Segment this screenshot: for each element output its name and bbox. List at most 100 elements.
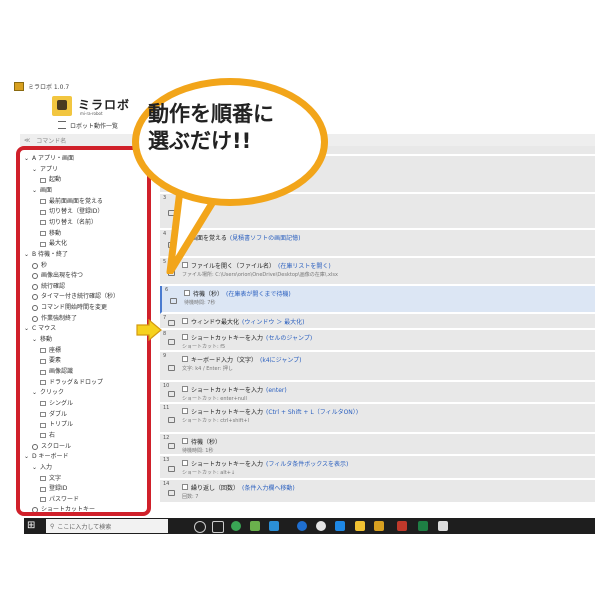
step-note: (enter) <box>266 387 287 394</box>
tree-item[interactable]: ⌄ C マウス <box>24 325 56 333</box>
step-row[interactable]: 6 待機（秒） (在庫表が開くまで待機) 待機時間: 7秒 <box>160 286 595 314</box>
step-row[interactable]: 13 ショートカットキーを入力 (フィルタ条件ボックスを表示) ショートカット: al… <box>160 456 595 480</box>
command-icon <box>40 348 46 354</box>
tree-item[interactable]: 最前面画面を覚える <box>40 198 103 206</box>
tree-item-label: C マウス <box>32 325 57 333</box>
step-type-icon <box>168 320 175 326</box>
step-command: キーボード入力（文字） <box>191 357 258 364</box>
step-row[interactable]: 12 待機（秒） 待機時間: 1秒 <box>160 434 595 456</box>
step-detail: ショートカット: f5 <box>182 344 226 350</box>
tree-item[interactable]: 作業強制終了 <box>32 315 77 323</box>
expand-chevron-icon: ⌄ <box>24 453 30 461</box>
tree-item[interactable]: パスワード <box>40 496 79 504</box>
tree-toolbar: ≪ コマンド名 <box>20 134 150 146</box>
step-row[interactable]: 11 ショートカットキーを入力 (Ctrl + Shift + L（フィルタON）)… <box>160 404 595 434</box>
tree-item[interactable]: 切り替え（名前） <box>40 219 97 227</box>
step-checkbox[interactable] <box>182 334 188 340</box>
tree-item[interactable]: 起動 <box>40 176 61 184</box>
step-number: 14 <box>163 481 170 487</box>
step-title: 繰り返し（回数） (条件入力欄へ移動) <box>191 483 295 492</box>
tree-item[interactable]: 登録ID <box>40 485 67 493</box>
step-command: 待機（秒） <box>191 439 222 446</box>
step-row[interactable]: 9 キーボード入力（文字） (k4にジャンプ) 文字: k4 / Enter: 押し <box>160 352 595 382</box>
tree-item[interactable]: シングル <box>40 400 73 408</box>
step-row[interactable]: 10 ショートカットキーを入力 (enter) ショートカット: enter+null <box>160 382 595 404</box>
file-explorer-icon[interactable] <box>355 521 365 531</box>
step-row[interactable]: 8 ショートカットキーを入力 (セルのジャンプ) ショートカット: f5 <box>160 330 595 352</box>
tree-item[interactable]: 座標 <box>40 347 61 355</box>
app-icon-3[interactable] <box>335 521 345 531</box>
tree-item[interactable]: 切り替え（登録ID） <box>40 208 103 216</box>
tree-item-label: タイマー付き続行確認（秒） <box>41 293 120 301</box>
tree-item[interactable]: 画像出現を待つ <box>32 272 83 280</box>
tree-item[interactable]: 秒 <box>32 262 47 270</box>
tree-item-label: クリック <box>40 389 65 397</box>
task-view-icon[interactable] <box>212 521 224 533</box>
tree-item[interactable]: ⌄ 移動 <box>32 336 52 344</box>
step-row[interactable]: 7 ウィンドウ最大化 (ウィンドウ ＞ 最大化) <box>160 314 595 330</box>
tree-item-label: コマンド開始時間を変更 <box>41 304 108 312</box>
collapse-all-button[interactable]: ≪ <box>24 137 30 144</box>
app-red-icon[interactable] <box>397 521 407 531</box>
chrome-alt-icon[interactable] <box>316 521 326 531</box>
tree-item[interactable]: コマンド開始時間を変更 <box>32 304 107 312</box>
tree-item-label: D キーボード <box>32 453 69 461</box>
step-note: (在庫リストを開く) <box>278 263 331 270</box>
app-green-icon[interactable] <box>250 521 260 531</box>
step-note: (条件入力欄へ移動) <box>242 485 295 492</box>
tree-item[interactable]: ⌄ アプリ <box>32 166 58 174</box>
command-icon <box>40 358 46 364</box>
chrome-icon[interactable] <box>231 521 241 531</box>
tree-item[interactable]: スクロール <box>32 443 71 451</box>
taskbar-search-input[interactable]: ⚲ ここに入力して検索 <box>46 519 168 533</box>
tree-item-label: パスワード <box>49 495 80 503</box>
step-checkbox[interactable] <box>182 386 188 392</box>
tree-item[interactable]: ダブル <box>40 411 67 419</box>
tree-item[interactable]: ドラッグ＆ドロップ <box>40 379 103 387</box>
app-blue-icon[interactable] <box>269 521 279 531</box>
step-title: 待機（秒） <box>191 437 224 446</box>
tree-item[interactable]: 右 <box>40 432 55 440</box>
tree-item[interactable]: 画像認識 <box>40 368 73 376</box>
windows-start-icon[interactable]: ⊞ <box>27 520 35 531</box>
tree-item[interactable]: 最大化 <box>40 240 67 248</box>
tree-item[interactable]: 要素 <box>40 357 61 365</box>
tree-item[interactable]: 文字 <box>40 475 61 483</box>
step-checkbox[interactable] <box>182 356 188 362</box>
command-tree-panel: ⌄ A アプリ・画面 ⌄ アプリ起動 ⌄ 画面最前面画面を覚える 切り替え（登録ID） 切り替… <box>16 146 151 516</box>
step-checkbox[interactable] <box>182 408 188 414</box>
step-row[interactable]: 14 繰り返し（回数） (条件入力欄へ移動) 回数: 7 <box>160 480 595 504</box>
step-number: 8 <box>163 331 167 337</box>
step-checkbox[interactable] <box>182 460 188 466</box>
step-checkbox[interactable] <box>184 290 190 296</box>
command-icon <box>32 305 38 312</box>
tree-item[interactable]: ショートカットキー <box>32 506 95 512</box>
edge-icon[interactable] <box>297 521 307 531</box>
tree-item[interactable]: ⌄ A アプリ・画面 <box>24 155 74 163</box>
expand-chevron-icon: ⌄ <box>32 463 38 471</box>
step-detail: 待機時間: 7秒 <box>184 300 216 306</box>
tree-item[interactable]: ⌄ 入力 <box>32 464 52 472</box>
miraro-taskbar-icon[interactable] <box>374 521 384 531</box>
command-filter-input[interactable]: コマンド名 <box>36 136 66 145</box>
cortana-icon[interactable] <box>194 521 206 533</box>
step-command: 繰り返し（回数） <box>191 485 240 492</box>
step-checkbox[interactable] <box>182 484 188 490</box>
excel-icon[interactable] <box>418 521 428 531</box>
step-checkbox[interactable] <box>182 438 188 444</box>
tree-item[interactable]: ⌄ D キーボード <box>24 453 69 461</box>
tree-item[interactable]: トリプル <box>40 421 73 429</box>
tree-item[interactable]: ⌄ クリック <box>32 389 64 397</box>
tree-item[interactable]: 移動 <box>40 230 61 238</box>
photos-icon[interactable] <box>438 521 448 531</box>
step-detail: ショートカット: alt+↓ <box>182 470 236 476</box>
step-checkbox[interactable] <box>182 318 188 324</box>
command-icon <box>40 380 46 386</box>
step-title: キーボード入力（文字） (k4にジャンプ) <box>191 355 302 364</box>
tree-item[interactable]: 続行確認 <box>32 283 65 291</box>
tree-item-label: 座標 <box>49 346 62 354</box>
tree-item[interactable]: タイマー付き続行確認（秒） <box>32 293 119 301</box>
tree-item[interactable]: ⌄ 画面 <box>32 187 52 195</box>
step-type-icon <box>168 490 175 496</box>
tree-item[interactable]: ⌄ B 待機・終了 <box>24 251 68 259</box>
